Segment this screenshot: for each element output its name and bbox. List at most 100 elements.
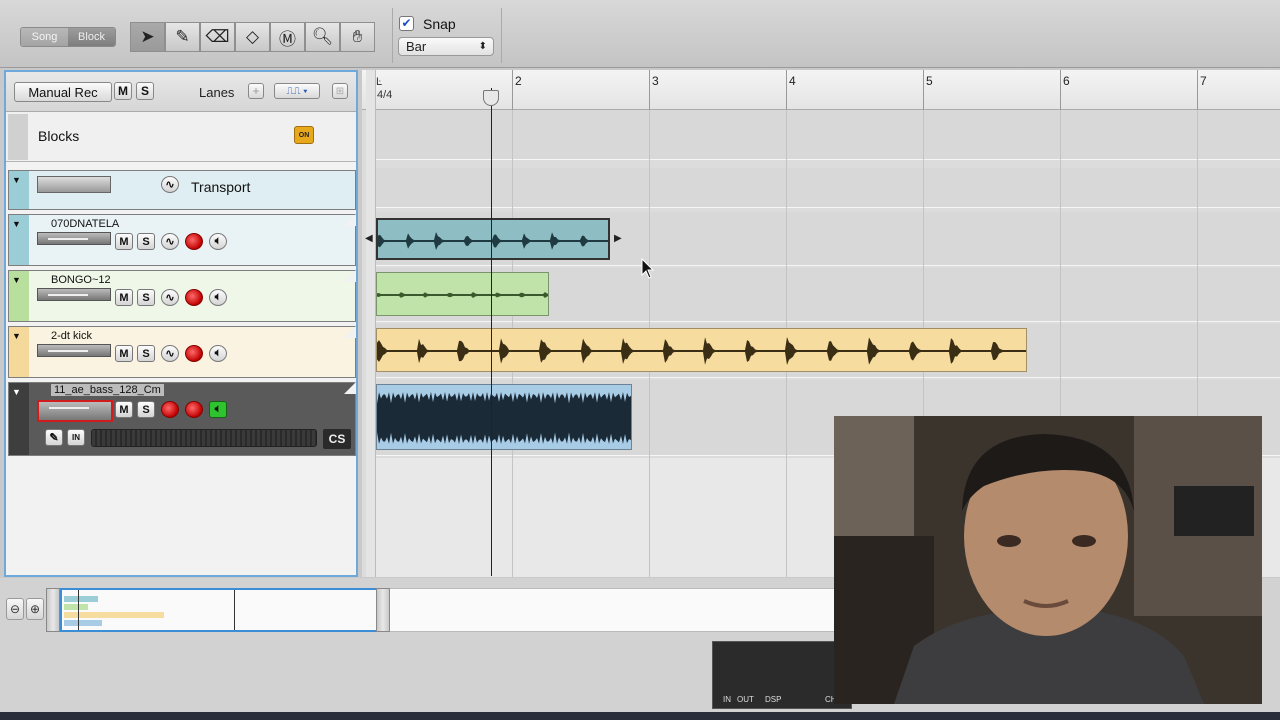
monitor-speaker-icon[interactable]: 🔈︎ bbox=[209, 401, 227, 418]
track-name: 070DNATELA bbox=[51, 218, 120, 230]
transport-label: Transport bbox=[191, 179, 251, 195]
mute-tool-icon[interactable]: Ⓜ bbox=[270, 22, 305, 52]
dsp-label: DSP bbox=[765, 695, 782, 704]
out-label: OUT bbox=[737, 695, 754, 704]
transport-track[interactable]: ▼ ∿ Transport bbox=[8, 170, 356, 210]
selection-arrow-icon[interactable]: ➤ bbox=[130, 22, 165, 52]
bar-number: 5 bbox=[926, 74, 933, 88]
bar-number: 4 bbox=[789, 74, 796, 88]
automation-wave-icon[interactable]: ∿ bbox=[161, 345, 179, 362]
block-mode-button[interactable]: Block bbox=[68, 28, 115, 46]
snap-checkbox[interactable]: ✔ bbox=[399, 16, 414, 31]
zoom-in-icon[interactable]: ⊕ bbox=[26, 598, 44, 620]
song-mode-button[interactable]: Song bbox=[21, 28, 68, 46]
navigator-left-handle[interactable] bbox=[46, 588, 60, 632]
level-meter bbox=[91, 429, 317, 447]
solo-button[interactable]: S bbox=[137, 289, 155, 306]
presenter-video bbox=[834, 416, 1262, 704]
lane-type-dropdown[interactable]: ⎍⎍ ▾ bbox=[274, 83, 320, 99]
record-enable-icon[interactable] bbox=[185, 401, 203, 418]
bar-number: 2 bbox=[515, 74, 522, 88]
bar-number: 3 bbox=[652, 74, 659, 88]
navigator-track[interactable] bbox=[390, 588, 835, 632]
master-mute-button[interactable]: M bbox=[114, 82, 132, 100]
automation-wave-icon[interactable]: ∿ bbox=[161, 233, 179, 250]
lane-grid-icon[interactable]: ⊞ bbox=[332, 83, 348, 99]
clip-waveform bbox=[377, 337, 1026, 365]
playhead-handle[interactable] bbox=[483, 90, 499, 106]
collapse-triangle-icon[interactable]: ▼ bbox=[12, 275, 21, 285]
track-list-header: Manual Rec M S Lanes + ⎍⎍ ▾ ⊞ bbox=[6, 72, 356, 112]
track-list-panel: Manual Rec M S Lanes + ⎍⎍ ▾ ⊞ Blocks ON … bbox=[4, 70, 358, 577]
pencil-icon[interactable]: ✎ bbox=[165, 22, 200, 52]
add-lane-icon[interactable]: + bbox=[248, 83, 264, 99]
clip-waveform bbox=[378, 232, 608, 250]
bar-number: 7 bbox=[1200, 74, 1207, 88]
collapse-triangle-icon[interactable]: ▼ bbox=[12, 219, 21, 229]
track-fader[interactable] bbox=[37, 344, 111, 357]
master-solo-button[interactable]: S bbox=[136, 82, 154, 100]
solo-button[interactable]: S bbox=[137, 345, 155, 362]
pencil-edit-icon[interactable]: ✎ bbox=[45, 429, 63, 446]
monitor-speaker-icon[interactable]: 🔈︎ bbox=[209, 345, 227, 362]
navigator-right-handle[interactable] bbox=[376, 588, 390, 632]
track-fader[interactable] bbox=[37, 288, 111, 301]
song-navigator-view[interactable] bbox=[60, 588, 378, 632]
track-fader[interactable] bbox=[37, 232, 111, 245]
razor-icon[interactable]: ◇ bbox=[235, 22, 270, 52]
transport-device-icon bbox=[37, 176, 111, 193]
collapse-triangle-icon[interactable]: ▼ bbox=[12, 331, 21, 341]
mute-button[interactable]: M bbox=[115, 233, 133, 250]
eraser-icon[interactable]: ⌫ bbox=[200, 22, 235, 52]
mute-button[interactable]: M bbox=[115, 345, 133, 362]
track-bongo[interactable]: ▼ BONGO~12 M S ∿ 🔈︎ bbox=[8, 270, 356, 322]
input-button[interactable]: IN bbox=[67, 429, 85, 446]
snap-value-select[interactable]: Bar ⬍ bbox=[398, 37, 494, 56]
hand-icon[interactable]: ✋︎ bbox=[340, 22, 375, 52]
track-corner bbox=[344, 326, 356, 338]
timeline-ruler[interactable]: Ŀ 4/4 2 3 4 5 6 7 bbox=[362, 70, 1280, 110]
loop-start-marker-icon[interactable]: Ŀ bbox=[376, 76, 382, 88]
track-bass[interactable]: ▼ 11_ae_bass_128_Cm M S 🔈︎ ✎ IN CS bbox=[8, 382, 356, 456]
mute-button[interactable]: M bbox=[115, 289, 133, 306]
record-armed-icon[interactable] bbox=[161, 401, 179, 418]
song-block-mode-switch[interactable]: Song Block bbox=[20, 27, 116, 47]
audio-clip-bass[interactable] bbox=[376, 384, 632, 450]
track-2-dt-kick[interactable]: ▼ 2-dt kick M S ∿ 🔈︎ bbox=[8, 326, 356, 378]
track-corner bbox=[344, 214, 356, 226]
record-enable-icon[interactable] bbox=[185, 233, 203, 250]
wave-icon[interactable]: ∿ bbox=[161, 176, 179, 193]
monitor-speaker-icon[interactable]: 🔈︎ bbox=[209, 233, 227, 250]
clip-resize-arrow-icon[interactable]: ▶ bbox=[614, 233, 622, 244]
audio-clip-kick[interactable] bbox=[376, 328, 1027, 372]
lanes-label: Lanes bbox=[199, 85, 235, 100]
clip-resize-arrow-icon[interactable]: ◀ bbox=[365, 233, 373, 244]
manual-rec-button[interactable]: Manual Rec bbox=[14, 82, 112, 102]
track-fader-selected[interactable] bbox=[37, 400, 113, 422]
blocks-track[interactable]: Blocks ON bbox=[6, 112, 356, 162]
solo-button[interactable]: S bbox=[137, 233, 155, 250]
record-enable-icon[interactable] bbox=[185, 345, 203, 362]
solo-button[interactable]: S bbox=[137, 401, 155, 418]
mouse-pointer-icon bbox=[641, 257, 655, 285]
clip-waveform bbox=[377, 392, 631, 444]
record-enable-icon[interactable] bbox=[185, 289, 203, 306]
collapse-triangle-icon[interactable]: ▼ bbox=[12, 175, 21, 185]
track-070dnatela[interactable]: ▼ 070DNATELA M S ∿ 🔈︎ bbox=[8, 214, 356, 266]
collapse-triangle-icon[interactable]: ▼ bbox=[12, 387, 21, 397]
bar-number: 6 bbox=[1063, 74, 1070, 88]
snap-group: ✔ Snap Bar ⬍ bbox=[392, 8, 502, 63]
playhead-line bbox=[491, 88, 492, 576]
audio-clip-070dnatela[interactable] bbox=[376, 218, 610, 260]
audio-clip-bongo[interactable] bbox=[376, 272, 549, 316]
edit-tools: ➤ ✎ ⌫ ◇ Ⓜ 🔍︎ ✋︎ bbox=[130, 22, 375, 52]
magnify-icon[interactable]: 🔍︎ bbox=[305, 22, 340, 52]
zoom-out-icon[interactable]: ⊖ bbox=[6, 598, 24, 620]
blocks-on-badge[interactable]: ON bbox=[294, 126, 314, 144]
presenter-webcam-overlay bbox=[834, 416, 1262, 704]
automation-wave-icon[interactable]: ∿ bbox=[161, 289, 179, 306]
monitor-speaker-icon[interactable]: 🔈︎ bbox=[209, 289, 227, 306]
cs-button[interactable]: CS bbox=[323, 429, 351, 449]
snap-label: Snap bbox=[423, 16, 456, 32]
mute-button[interactable]: M bbox=[115, 401, 133, 418]
